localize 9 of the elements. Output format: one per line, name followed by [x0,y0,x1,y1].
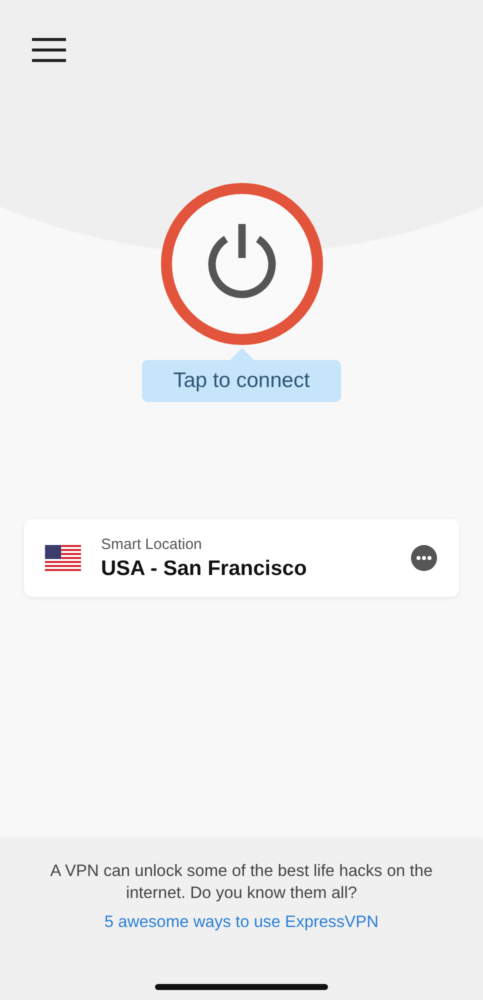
connect-tooltip: Tap to connect [142,348,341,402]
flag-icon [45,544,81,572]
location-label: Smart Location [101,536,203,552]
menu-icon[interactable] [32,38,66,62]
more-icon[interactable] [411,545,437,571]
location-card[interactable]: Smart Location USA - San Francisco [24,519,459,597]
promo-text: A VPN can unlock some of the best life hacks on the internet. Do you know them all? [49,861,434,904]
promo-link[interactable]: 5 awesome ways to use ExpressVPN [104,913,379,932]
location-name: USA - San Francisco [101,556,308,580]
